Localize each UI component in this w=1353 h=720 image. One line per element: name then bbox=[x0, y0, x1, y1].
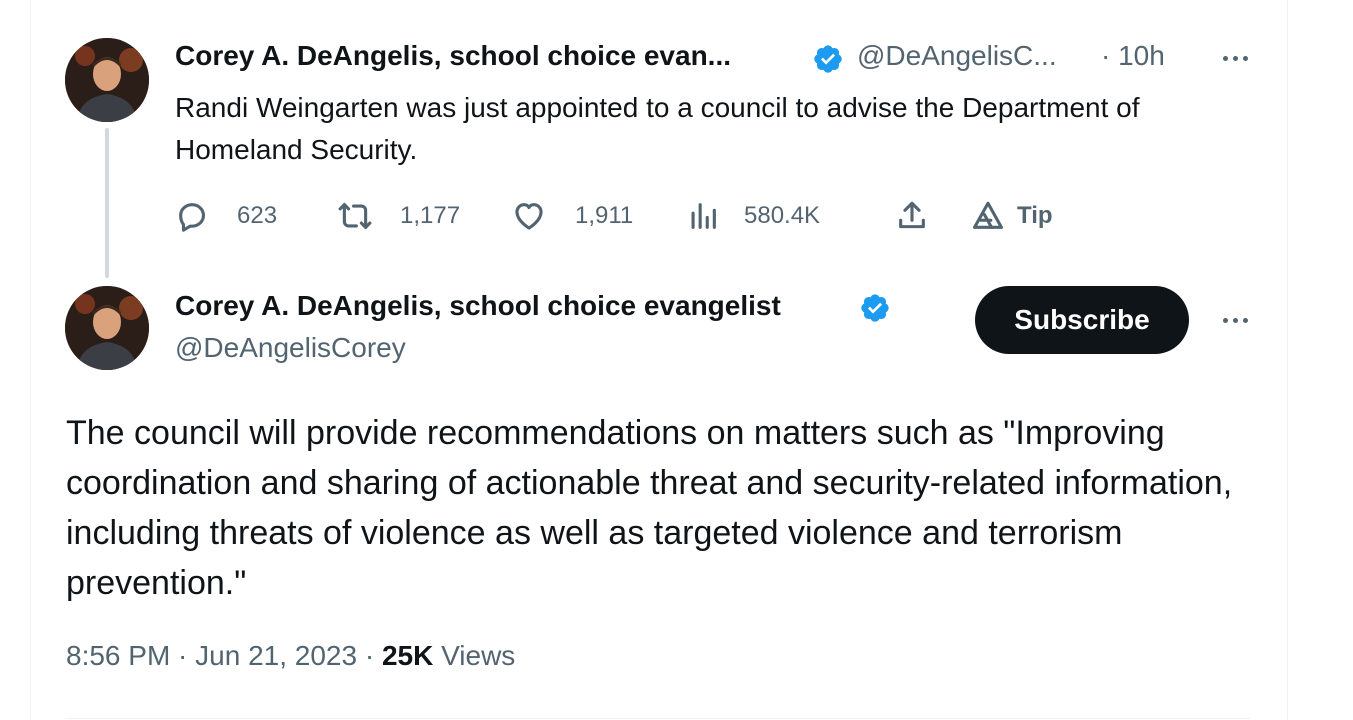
author-handle[interactable]: @DeAngelisC... bbox=[857, 40, 1057, 72]
tweet-metadata: 8:56 PM · Jun 21, 2023 · 25K Views bbox=[66, 640, 515, 672]
verified-badge-icon[interactable] bbox=[859, 292, 891, 324]
tip-icon bbox=[972, 201, 1004, 229]
like-icon bbox=[515, 203, 543, 230]
views-count: 25K bbox=[381, 640, 434, 671]
verified-badge-icon[interactable] bbox=[812, 43, 844, 75]
tweet-text: Randi Weingarten was just appointed to a… bbox=[175, 92, 1140, 165]
views-icon bbox=[691, 203, 716, 229]
divider bbox=[66, 718, 1251, 719]
retweet-button[interactable]: 1,177 bbox=[338, 194, 460, 238]
author-name[interactable]: Corey A. DeAngelis, school choice evange… bbox=[175, 290, 781, 322]
retweet-count: 1,177 bbox=[400, 202, 461, 229]
tip-button[interactable]: Tip bbox=[971, 194, 1053, 238]
reply-button[interactable]: 623 bbox=[175, 194, 277, 238]
share-icon bbox=[899, 201, 925, 229]
share-button[interactable] bbox=[895, 194, 929, 238]
more-icon[interactable] bbox=[1215, 305, 1255, 335]
like-count: 1,911 bbox=[575, 202, 634, 229]
views-count: 580.4K bbox=[744, 202, 821, 229]
thread-connector bbox=[105, 128, 109, 278]
more-icon[interactable] bbox=[1215, 43, 1255, 73]
author-name[interactable]: Corey A. DeAngelis, school choice evan..… bbox=[175, 40, 731, 72]
reply-icon bbox=[179, 203, 206, 232]
retweet-icon bbox=[338, 202, 372, 230]
author-handle[interactable]: @DeAngelisCorey bbox=[175, 332, 406, 364]
like-button[interactable]: 1,911 bbox=[512, 194, 633, 238]
tweet-timestamp[interactable]: 8:56 PM · Jun 21, 2023 · bbox=[66, 640, 382, 671]
avatar[interactable] bbox=[65, 286, 149, 370]
avatar[interactable] bbox=[65, 38, 149, 122]
tweet-text: The council will provide recommendations… bbox=[66, 414, 1233, 602]
views-label: Views bbox=[433, 640, 516, 671]
tip-label: Tip bbox=[1017, 202, 1053, 229]
reply-count: 623 bbox=[237, 202, 278, 229]
tweet-time[interactable]: · 10h bbox=[1101, 40, 1165, 72]
views-button[interactable]: 580.4K bbox=[686, 194, 820, 238]
subscribe-button[interactable]: Subscribe bbox=[975, 286, 1189, 354]
